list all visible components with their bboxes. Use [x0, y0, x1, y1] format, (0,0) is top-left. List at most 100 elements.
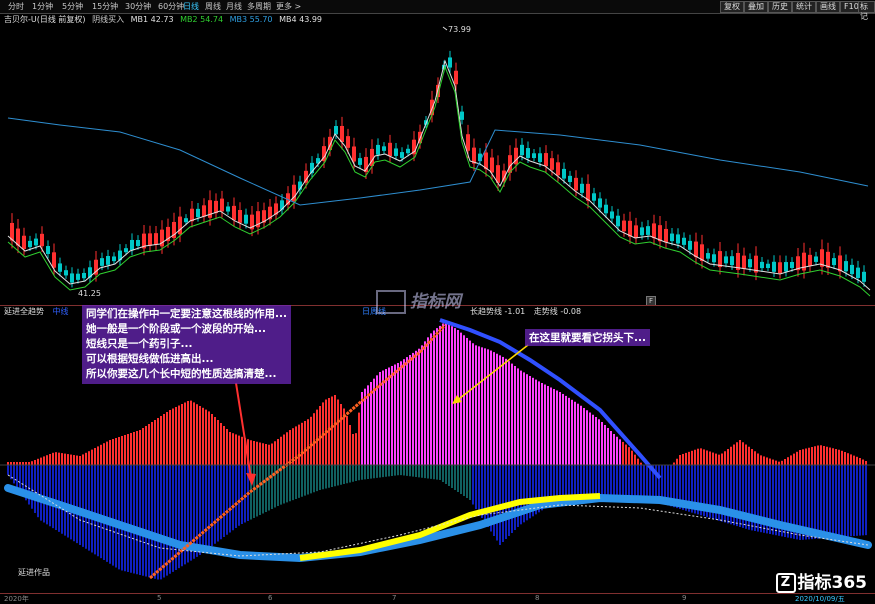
- candlestick: [808, 254, 812, 266]
- candlestick: [748, 259, 752, 268]
- candlestick: [352, 146, 356, 162]
- candlestick: [664, 228, 668, 243]
- candlestick: [826, 251, 830, 268]
- candlestick: [178, 216, 182, 235]
- candlestick: [46, 246, 50, 254]
- candlestick: [376, 144, 380, 155]
- annotation-right: 在这里就要看它拐头下...: [525, 329, 650, 346]
- candlestick: [64, 270, 68, 276]
- candlestick: [772, 261, 776, 272]
- candlestick: [592, 193, 596, 201]
- candlestick: [688, 240, 692, 250]
- candlestick: [862, 271, 866, 282]
- candlestick: [148, 233, 152, 246]
- candlestick: [550, 158, 554, 170]
- low-price-label: 41.25: [78, 289, 101, 298]
- candlestick: [334, 126, 338, 135]
- watermark-logo-icon: [376, 290, 406, 314]
- candlestick: [724, 256, 728, 264]
- indicator-panel-name: 延进全趋势: [4, 307, 44, 316]
- candlestick: [676, 234, 680, 244]
- candlestick: [466, 134, 470, 151]
- candlestick: [778, 262, 782, 274]
- candlestick: [526, 148, 530, 158]
- annotation-line: 同学们在操作中一定要注意这根线的作用...: [86, 308, 287, 320]
- candlestick: [358, 158, 362, 165]
- candlestick: [610, 211, 614, 219]
- mid-line-label: 中线: [52, 307, 69, 316]
- long-trend-value: -1.01: [504, 307, 526, 316]
- candlestick: [232, 205, 236, 221]
- date-label: 5: [157, 594, 162, 602]
- mb4-value: MB4 43.99: [279, 15, 323, 24]
- indicator-legend: 延进全趋势 中线: [4, 306, 69, 318]
- candlestick: [682, 237, 686, 245]
- candlestick: [388, 142, 392, 156]
- candlestick: [562, 168, 566, 179]
- candlestick: [70, 273, 74, 283]
- candlestick: [838, 255, 842, 272]
- candlestick: [52, 252, 56, 268]
- candlestick: [130, 239, 134, 251]
- z-logo-icon: Z: [775, 573, 796, 593]
- candlestick: [76, 273, 80, 280]
- ma-blue-line: [7, 117, 869, 206]
- candlestick: [58, 263, 62, 272]
- price-legend: 吉贝尔-U(日线 前复权) 阴线买入 MB1 42.73 MB2 54.74 M…: [4, 14, 326, 26]
- candlestick: [124, 248, 128, 253]
- high-marker-line: [442, 26, 448, 31]
- indicator-name: 阴线买入: [92, 15, 125, 24]
- candlestick: [760, 261, 764, 269]
- candlestick: [382, 146, 386, 151]
- candlestick: [346, 136, 350, 148]
- candlestick: [196, 208, 200, 218]
- date-label: 9: [682, 594, 687, 602]
- candlestick: [40, 233, 44, 247]
- candlestick: [574, 177, 578, 191]
- candlestick: [598, 198, 602, 208]
- candlestick: [532, 153, 536, 159]
- candlestick: [580, 183, 584, 193]
- candlestick: [670, 233, 674, 242]
- stock-name: 吉贝尔-U(日线 前复权): [4, 15, 86, 24]
- candlestick: [568, 175, 572, 183]
- candlestick: [472, 147, 476, 164]
- candlestick: [814, 256, 818, 262]
- annotation-line: 所以你要这几个长中短的性质选搞清楚...: [86, 368, 277, 380]
- candlestick: [556, 162, 560, 176]
- candlestick: [220, 198, 224, 212]
- candlestick: [214, 200, 218, 214]
- candlestick: [340, 125, 344, 143]
- candlestick: [634, 225, 638, 238]
- candlestick: [616, 215, 620, 227]
- candlestick: [628, 220, 632, 237]
- candlestick: [712, 254, 716, 263]
- trend-line-label: 走势线: [533, 307, 558, 316]
- candlestick: [244, 214, 248, 224]
- candlestick: [100, 258, 104, 266]
- candlestick: [202, 205, 206, 217]
- candlestick: [448, 57, 452, 68]
- ma-green-line: [7, 65, 871, 297]
- annotation-main: 同学们在操作中一定要注意这根线的作用... 她一般是一个阶段或一个波段的开始..…: [82, 305, 291, 384]
- candlestick: [856, 267, 860, 278]
- candlestick: [304, 170, 308, 183]
- candlestick: [82, 272, 86, 279]
- candlestick: [520, 144, 524, 156]
- candlestick: [154, 233, 158, 245]
- candlestick: [604, 204, 608, 214]
- candlestick: [730, 256, 734, 266]
- date-label: 8: [535, 594, 540, 602]
- candlestick: [850, 264, 854, 275]
- candlestick: [790, 261, 794, 269]
- candlestick: [844, 261, 848, 272]
- date-axis: 2020年 5 6 7 8 9 2020/10/09/五: [0, 593, 875, 604]
- candlestick: [34, 238, 38, 246]
- watermark: 指标网: [376, 287, 461, 314]
- mb2-value: MB2 54.74: [180, 15, 224, 24]
- candlestick: [400, 152, 404, 158]
- candlestick: [538, 153, 542, 163]
- trend-line-value: -0.08: [560, 307, 582, 316]
- mb1-value: MB1 42.73: [130, 15, 174, 24]
- candlestick: [106, 255, 110, 265]
